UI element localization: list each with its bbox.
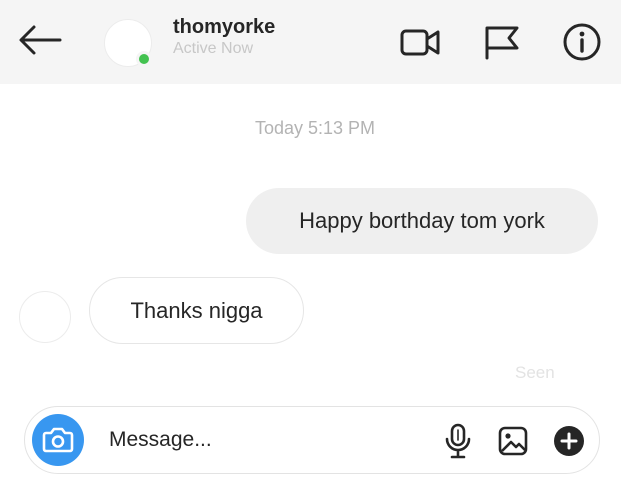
flag-icon xyxy=(485,26,519,60)
message-input[interactable] xyxy=(109,419,429,461)
video-camera-icon xyxy=(400,29,440,56)
message-composer xyxy=(24,406,600,474)
video-call-button[interactable] xyxy=(400,24,440,60)
back-button[interactable] xyxy=(16,22,64,58)
seen-indicator: Seen xyxy=(515,363,555,382)
plus-icon xyxy=(554,426,584,456)
sender-avatar[interactable] xyxy=(19,291,71,343)
gallery-icon xyxy=(498,426,528,456)
report-button[interactable] xyxy=(481,24,521,60)
message-timestamp: Today 5:13 PM xyxy=(254,118,376,138)
microphone-icon xyxy=(445,423,471,459)
camera-button[interactable] xyxy=(32,414,84,466)
info-button[interactable] xyxy=(562,22,602,62)
contact-avatar[interactable] xyxy=(104,19,152,67)
active-status: Active Now xyxy=(173,40,254,57)
camera-icon xyxy=(42,427,74,453)
info-icon xyxy=(563,23,601,61)
back-arrow-icon xyxy=(19,25,62,55)
voice-message-button[interactable] xyxy=(443,423,473,459)
gallery-button[interactable] xyxy=(497,425,529,457)
contact-username[interactable]: thomyorke xyxy=(173,16,275,39)
incoming-message-bubble[interactable]: Thanks nigga xyxy=(89,277,304,344)
outgoing-message-bubble[interactable]: Happy borthday tom york xyxy=(246,188,598,254)
online-status-dot xyxy=(136,51,152,67)
more-options-button[interactable] xyxy=(553,425,585,457)
chat-header: thomyorke Active Now xyxy=(0,0,621,84)
